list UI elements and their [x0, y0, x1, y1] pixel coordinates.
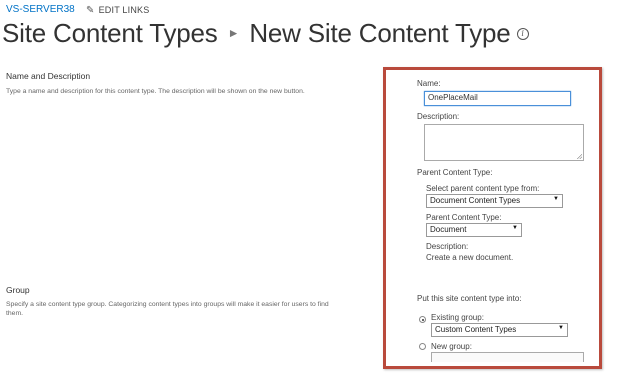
new-group-label[interactable]: New group: [431, 342, 472, 351]
parent-type-select-value: Document [430, 225, 467, 234]
dropdown-arrow-icon: ▼ [512, 225, 518, 231]
parent-description-value: Create a new document. [426, 253, 514, 262]
parent-group-select[interactable]: Document Content Types ▼ [426, 194, 563, 208]
group-help: Specify a site content type group. Categ… [6, 301, 329, 317]
site-link[interactable]: VS-SERVER38 [6, 4, 75, 15]
parent-type-select[interactable]: Document ▼ [426, 223, 522, 237]
page-title: Site Content Types ► New Site Content Type… [2, 18, 529, 49]
select-from-label: Select parent content type from: [426, 184, 540, 193]
resize-handle-icon[interactable] [577, 154, 582, 159]
description-label: Description: [417, 112, 460, 121]
parent-type-label: Parent Content Type: [426, 213, 502, 222]
dropdown-arrow-icon: ▼ [553, 196, 559, 202]
existing-group-radio[interactable] [419, 316, 426, 323]
name-description-heading: Name and Description [6, 71, 91, 81]
edit-links-label: EDIT LINKS [98, 5, 150, 15]
edit-links-button[interactable]: ✎ EDIT LINKS [86, 5, 149, 16]
parent-group-select-value: Document Content Types [430, 196, 521, 205]
info-icon[interactable]: i [516, 28, 529, 40]
name-input[interactable]: OnePlaceMail [424, 91, 571, 106]
breadcrumb-separator-icon: ► [227, 26, 240, 40]
breadcrumb-parent[interactable]: Site Content Types [2, 18, 218, 48]
pencil-icon: ✎ [86, 5, 95, 16]
new-group-radio[interactable] [419, 343, 426, 350]
description-textarea[interactable] [424, 124, 584, 161]
breadcrumb-current: New Site Content Type [249, 18, 511, 48]
parent-description-label: Description: [426, 242, 469, 251]
parent-content-type-section-label: Parent Content Type: [417, 168, 493, 177]
dropdown-arrow-icon: ▼ [558, 325, 564, 331]
existing-group-label[interactable]: Existing group: [431, 313, 484, 322]
group-heading: Group [6, 285, 30, 295]
new-group-input[interactable] [431, 352, 584, 362]
existing-group-select[interactable]: Custom Content Types ▼ [431, 323, 568, 337]
name-label: Name: [417, 79, 441, 88]
existing-group-select-value: Custom Content Types [435, 325, 517, 334]
put-into-label: Put this site content type into: [417, 294, 522, 303]
name-description-help: Type a name and description for this con… [6, 88, 305, 95]
